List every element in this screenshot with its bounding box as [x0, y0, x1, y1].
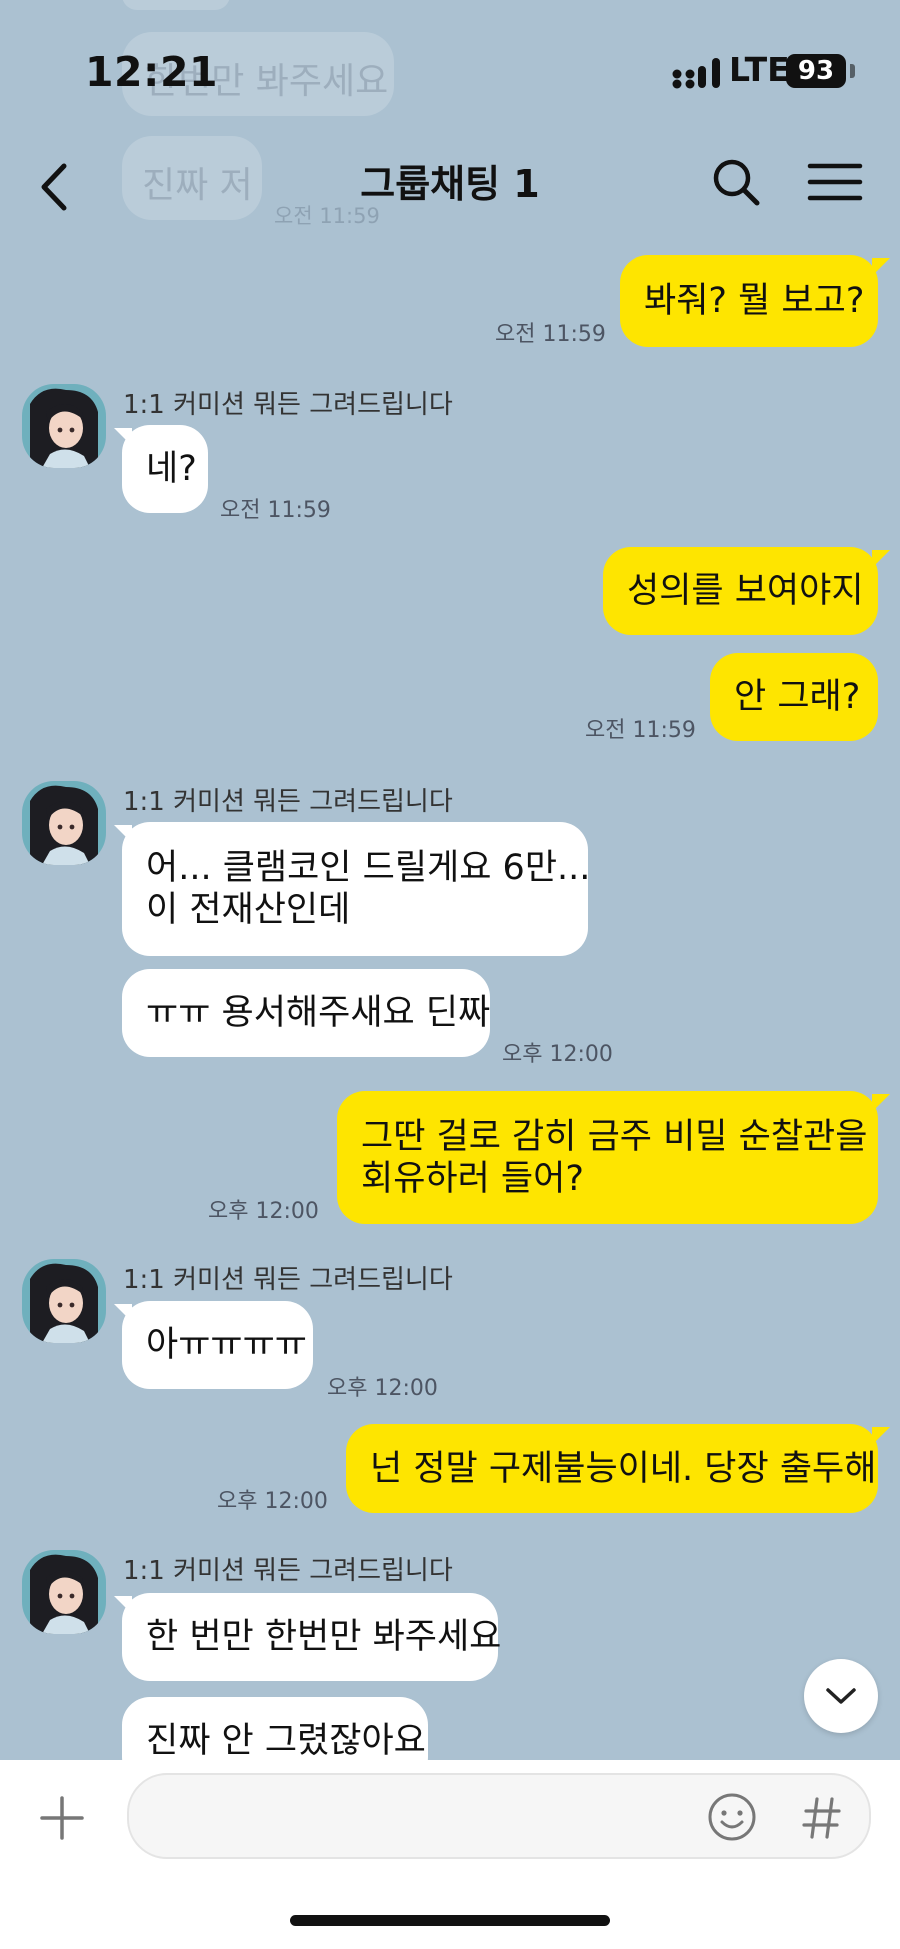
bubble-tail: [872, 550, 890, 568]
chat-header: 그룹채팅 1: [0, 130, 900, 240]
message-text-line: 회유하러 들어?: [361, 1158, 584, 1199]
sender-name: 1:1 커미션 뭐든 그려드립니다: [123, 1265, 453, 1295]
message-timestamp: 오전 11:59: [495, 322, 606, 347]
scroll-to-bottom-button[interactable]: [804, 1659, 878, 1733]
message-text-line: 어... 클램코인 드릴게요 6만...: [146, 848, 591, 888]
battery-tip: [850, 64, 855, 78]
avatar-image: [22, 1259, 106, 1343]
status-bar: 12:21 LTE 93: [0, 0, 900, 130]
menu-button[interactable]: [800, 142, 870, 222]
avatar[interactable]: [22, 781, 106, 865]
bubble-tail: [114, 1304, 132, 1322]
avatar[interactable]: [22, 1550, 106, 1634]
message-timestamp: 오후 12:00: [208, 1199, 319, 1224]
my-message-bubble[interactable]: 안 그래?: [710, 653, 878, 741]
bubble-tail: [872, 1094, 890, 1112]
search-button[interactable]: [700, 142, 770, 222]
hash-icon: [802, 1797, 841, 1839]
message-text: 한 번만 한번만 봐주세요: [146, 1617, 502, 1657]
avatar-image: [22, 781, 106, 865]
my-message-bubble[interactable]: 넌 정말 구제불능이네. 당장 출두해: [346, 1424, 878, 1513]
avatar[interactable]: [22, 384, 106, 468]
my-message-bubble[interactable]: 성의를 보여야지: [603, 547, 878, 635]
message-text-line: 이 전재산인데: [146, 890, 351, 930]
bubble-tail: [114, 825, 132, 843]
battery-icon: 93: [786, 54, 846, 88]
signal-icon: [672, 58, 720, 89]
status-time: 12:21: [85, 48, 219, 96]
bubble-tail: [872, 258, 890, 276]
message-text: 아ㅠㅠㅠㅠ: [146, 1325, 308, 1365]
their-message-bubble[interactable]: 아ㅠㅠㅠㅠ: [122, 1301, 313, 1389]
message-text: 봐줘? 뭘 보고?: [644, 281, 865, 321]
emoji-button[interactable]: [706, 1791, 758, 1843]
their-message-bubble[interactable]: ㅠㅠ 용서해주새요 딘짜: [122, 969, 490, 1057]
bubble-tail: [114, 1596, 132, 1614]
their-message-bubble[interactable]: 한 번만 한번만 봐주세요: [122, 1593, 502, 1681]
avatar-image: [22, 384, 106, 468]
home-indicator: [290, 1915, 610, 1926]
network-type: LTE: [729, 50, 790, 89]
hashtag-button[interactable]: [797, 1793, 847, 1843]
message-composer: [0, 1760, 900, 1949]
avatar-image: [22, 1550, 106, 1634]
avatar[interactable]: [22, 1259, 106, 1343]
their-message-bubble[interactable]: 어... 클램코인 드릴게요 6만... 이 전재산인데: [122, 822, 591, 956]
message-timestamp: 오전 11:59: [585, 718, 696, 743]
menu-icon: [807, 163, 863, 201]
bubble-tail: [872, 1427, 890, 1445]
message-text: 진짜 안 그렸잖아요: [146, 1721, 426, 1761]
my-message-bubble[interactable]: 그딴 걸로 감히 금주 비밀 순찰관을 회유하러 들어?: [337, 1091, 878, 1224]
message-input-box[interactable]: [127, 1773, 871, 1859]
emoji-icon: [708, 1793, 756, 1841]
message-text: 성의를 보여야지: [627, 571, 864, 611]
message-input[interactable]: [159, 1793, 703, 1841]
message-text-line: 그딴 걸로 감히 금주 비밀 순찰관을: [361, 1116, 868, 1157]
sender-name: 1:1 커미션 뭐든 그려드립니다: [123, 1556, 453, 1586]
sender-name: 1:1 커미션 뭐든 그려드립니다: [123, 787, 453, 817]
battery-level: 93: [797, 56, 835, 86]
plus-icon: [40, 1796, 84, 1840]
message-text: 넌 정말 구제불능이네. 당장 출두해: [370, 1448, 877, 1489]
message-timestamp: 오후 12:00: [327, 1376, 438, 1401]
message-timestamp: 오후 12:00: [217, 1489, 328, 1514]
message-text: ㅠㅠ 용서해주새요 딘짜: [146, 993, 491, 1033]
message-timestamp: 오전 11:59: [220, 498, 331, 523]
chevron-down-icon: [826, 1688, 856, 1704]
message-timestamp: 오후 12:00: [502, 1042, 613, 1067]
their-message-bubble[interactable]: 네?: [122, 425, 208, 513]
message-text: 네?: [146, 449, 197, 489]
message-text: 안 그래?: [734, 677, 861, 717]
sender-name: 1:1 커미션 뭐든 그려드립니다: [123, 390, 453, 420]
my-message-bubble[interactable]: 봐줘? 뭘 보고?: [620, 255, 878, 347]
search-icon: [713, 159, 760, 206]
bubble-tail: [114, 428, 132, 446]
attach-button[interactable]: [36, 1792, 88, 1844]
